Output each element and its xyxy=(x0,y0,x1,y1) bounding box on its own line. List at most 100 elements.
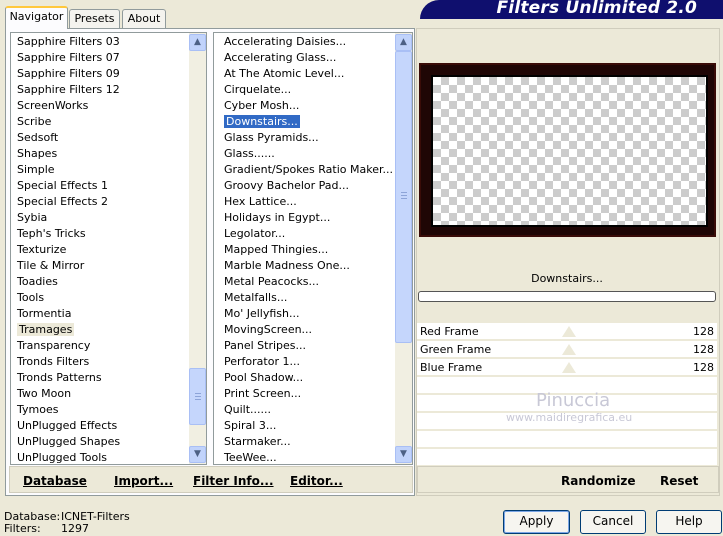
scroll-thumb[interactable] xyxy=(189,368,206,425)
slider-green-frame[interactable]: Green Frame 128 xyxy=(417,341,717,358)
tab-about[interactable]: About xyxy=(122,9,166,28)
editor-button[interactable]: Editor... xyxy=(290,474,343,488)
list-item[interactable]: Mapped Thingies... xyxy=(223,242,393,258)
slider-value: 128 xyxy=(693,325,714,338)
list-item-label: Shapes xyxy=(17,147,58,160)
apply-button[interactable]: Apply xyxy=(503,510,570,534)
list-item[interactable]: Accelerating Daisies... xyxy=(223,34,393,50)
randomize-button[interactable]: Randomize xyxy=(561,474,635,488)
list-item[interactable]: Cyber Mosh... xyxy=(223,98,393,114)
list-item[interactable]: Tools xyxy=(16,290,120,306)
list-item[interactable]: Two Moon xyxy=(16,386,120,402)
list-item[interactable]: Groovy Bachelor Pad... xyxy=(223,178,393,194)
list-item[interactable]: Quilt...... xyxy=(223,402,393,418)
list-item[interactable]: Sedsoft xyxy=(16,130,120,146)
tab-presets[interactable]: Presets xyxy=(69,9,120,28)
filter-info-button[interactable]: Filter Info... xyxy=(193,474,274,488)
list-item[interactable]: Accelerating Glass... xyxy=(223,50,393,66)
list-item[interactable]: Tymoes xyxy=(16,402,120,418)
list-item[interactable]: Pool Shadow... xyxy=(223,370,393,386)
list-item[interactable]: At The Atomic Level... xyxy=(223,66,393,82)
list-item[interactable]: UnPlugged Tools xyxy=(16,450,120,466)
list-item[interactable]: Glass...... xyxy=(223,146,393,162)
list-item-label: Spiral 3... xyxy=(224,419,277,432)
list-item[interactable]: MovingScreen... xyxy=(223,322,393,338)
list-item-label: TeeWee... xyxy=(224,451,277,464)
list-item-label: Marble Madness One... xyxy=(224,259,350,272)
list-item[interactable]: Teph's Tricks xyxy=(16,226,120,242)
list-item[interactable]: Sapphire Filters 07 xyxy=(16,50,120,66)
list-item[interactable]: ScreenWorks xyxy=(16,98,120,114)
list-item[interactable]: Sybia xyxy=(16,210,120,226)
list-item[interactable]: Print Screen... xyxy=(223,386,393,402)
slider-blue-frame[interactable]: Blue Frame 128 xyxy=(417,359,717,376)
list-item[interactable]: UnPlugged Shapes xyxy=(16,434,120,450)
list-item[interactable]: TeeWee... xyxy=(223,450,393,466)
database-button[interactable]: Database xyxy=(23,474,87,488)
preview-image xyxy=(419,63,716,237)
list-item[interactable]: Starmaker... xyxy=(223,434,393,450)
category-scrollbar[interactable]: ▲ ▼ xyxy=(189,33,206,464)
list-item[interactable]: Panel Stripes... xyxy=(223,338,393,354)
list-item[interactable]: Tile & Mirror xyxy=(16,258,120,274)
list-item-label: Panel Stripes... xyxy=(224,339,307,352)
list-item[interactable]: Tramages xyxy=(16,322,120,338)
list-item[interactable]: Sapphire Filters 12 xyxy=(16,82,120,98)
list-item-label: UnPlugged Effects xyxy=(17,419,118,432)
slider-handle[interactable] xyxy=(562,344,576,355)
app-banner: Filters Unlimited 2.0 xyxy=(420,0,723,19)
list-item[interactable]: Metal Peacocks... xyxy=(223,274,393,290)
list-item[interactable]: Toadies xyxy=(16,274,120,290)
list-item-label: Perforator 1... xyxy=(224,355,300,368)
list-item[interactable]: Hex Lattice... xyxy=(223,194,393,210)
list-item[interactable]: Marble Madness One... xyxy=(223,258,393,274)
scroll-thumb[interactable] xyxy=(395,51,412,343)
slider-handle[interactable] xyxy=(562,362,576,373)
list-item[interactable]: Sapphire Filters 03 xyxy=(16,34,120,50)
list-item[interactable]: Special Effects 1 xyxy=(16,178,120,194)
list-item[interactable]: Simple xyxy=(16,162,120,178)
list-item[interactable]: UnPlugged Effects xyxy=(16,418,120,434)
scroll-down-icon[interactable]: ▼ xyxy=(189,446,206,463)
list-item[interactable]: Gradient/Spokes Ratio Maker... xyxy=(223,162,393,178)
list-item[interactable]: Spiral 3... xyxy=(223,418,393,434)
list-item[interactable]: Mo' Jellyfish... xyxy=(223,306,393,322)
list-item[interactable]: Special Effects 2 xyxy=(16,194,120,210)
list-item[interactable]: Holidays in Egypt... xyxy=(223,210,393,226)
list-item-label: UnPlugged Tools xyxy=(17,451,107,464)
scroll-up-icon[interactable]: ▲ xyxy=(395,34,412,51)
list-item[interactable]: Texturize xyxy=(16,242,120,258)
cancel-button[interactable]: Cancel xyxy=(580,510,646,534)
list-item[interactable]: Tormentia xyxy=(16,306,120,322)
list-item-label: Texturize xyxy=(17,243,67,256)
reset-button[interactable]: Reset xyxy=(660,474,698,488)
list-item[interactable]: Tronds Patterns xyxy=(16,370,120,386)
slider-label: Blue Frame xyxy=(420,361,483,374)
slider-red-frame[interactable]: Red Frame 128 xyxy=(417,323,717,340)
list-item[interactable]: Metalfalls... xyxy=(223,290,393,306)
list-item[interactable]: Legolator... xyxy=(223,226,393,242)
list-item-label: Cirquelate... xyxy=(224,83,292,96)
slider-value: 128 xyxy=(693,361,714,374)
filter-list-panel: Accelerating Daisies... Accelerating Glas… xyxy=(213,32,413,465)
list-item[interactable]: Downstairs... xyxy=(223,114,393,130)
slider-handle[interactable] xyxy=(562,326,576,337)
list-item[interactable]: Shapes xyxy=(16,146,120,162)
list-item-label: Holidays in Egypt... xyxy=(224,211,331,224)
tab-navigator[interactable]: Navigator xyxy=(5,6,68,29)
list-item[interactable]: Sapphire Filters 09 xyxy=(16,66,120,82)
list-item[interactable]: Scribe xyxy=(16,114,120,130)
scroll-up-icon[interactable]: ▲ xyxy=(189,34,206,51)
scroll-down-icon[interactable]: ▼ xyxy=(395,446,412,463)
import-button[interactable]: Import... xyxy=(114,474,173,488)
list-item[interactable]: Transparency xyxy=(16,338,120,354)
list-item[interactable]: Tronds Filters xyxy=(16,354,120,370)
list-item-label: Accelerating Glass... xyxy=(224,51,337,64)
filters-value: 1297 xyxy=(61,522,89,535)
list-item[interactable]: Perforator 1... xyxy=(223,354,393,370)
filter-scrollbar[interactable]: ▲ ▼ xyxy=(395,33,412,464)
help-button[interactable]: Help xyxy=(656,510,722,534)
list-item[interactable]: Glass Pyramids... xyxy=(223,130,393,146)
list-item-label: Starmaker... xyxy=(224,435,291,448)
list-item[interactable]: Cirquelate... xyxy=(223,82,393,98)
